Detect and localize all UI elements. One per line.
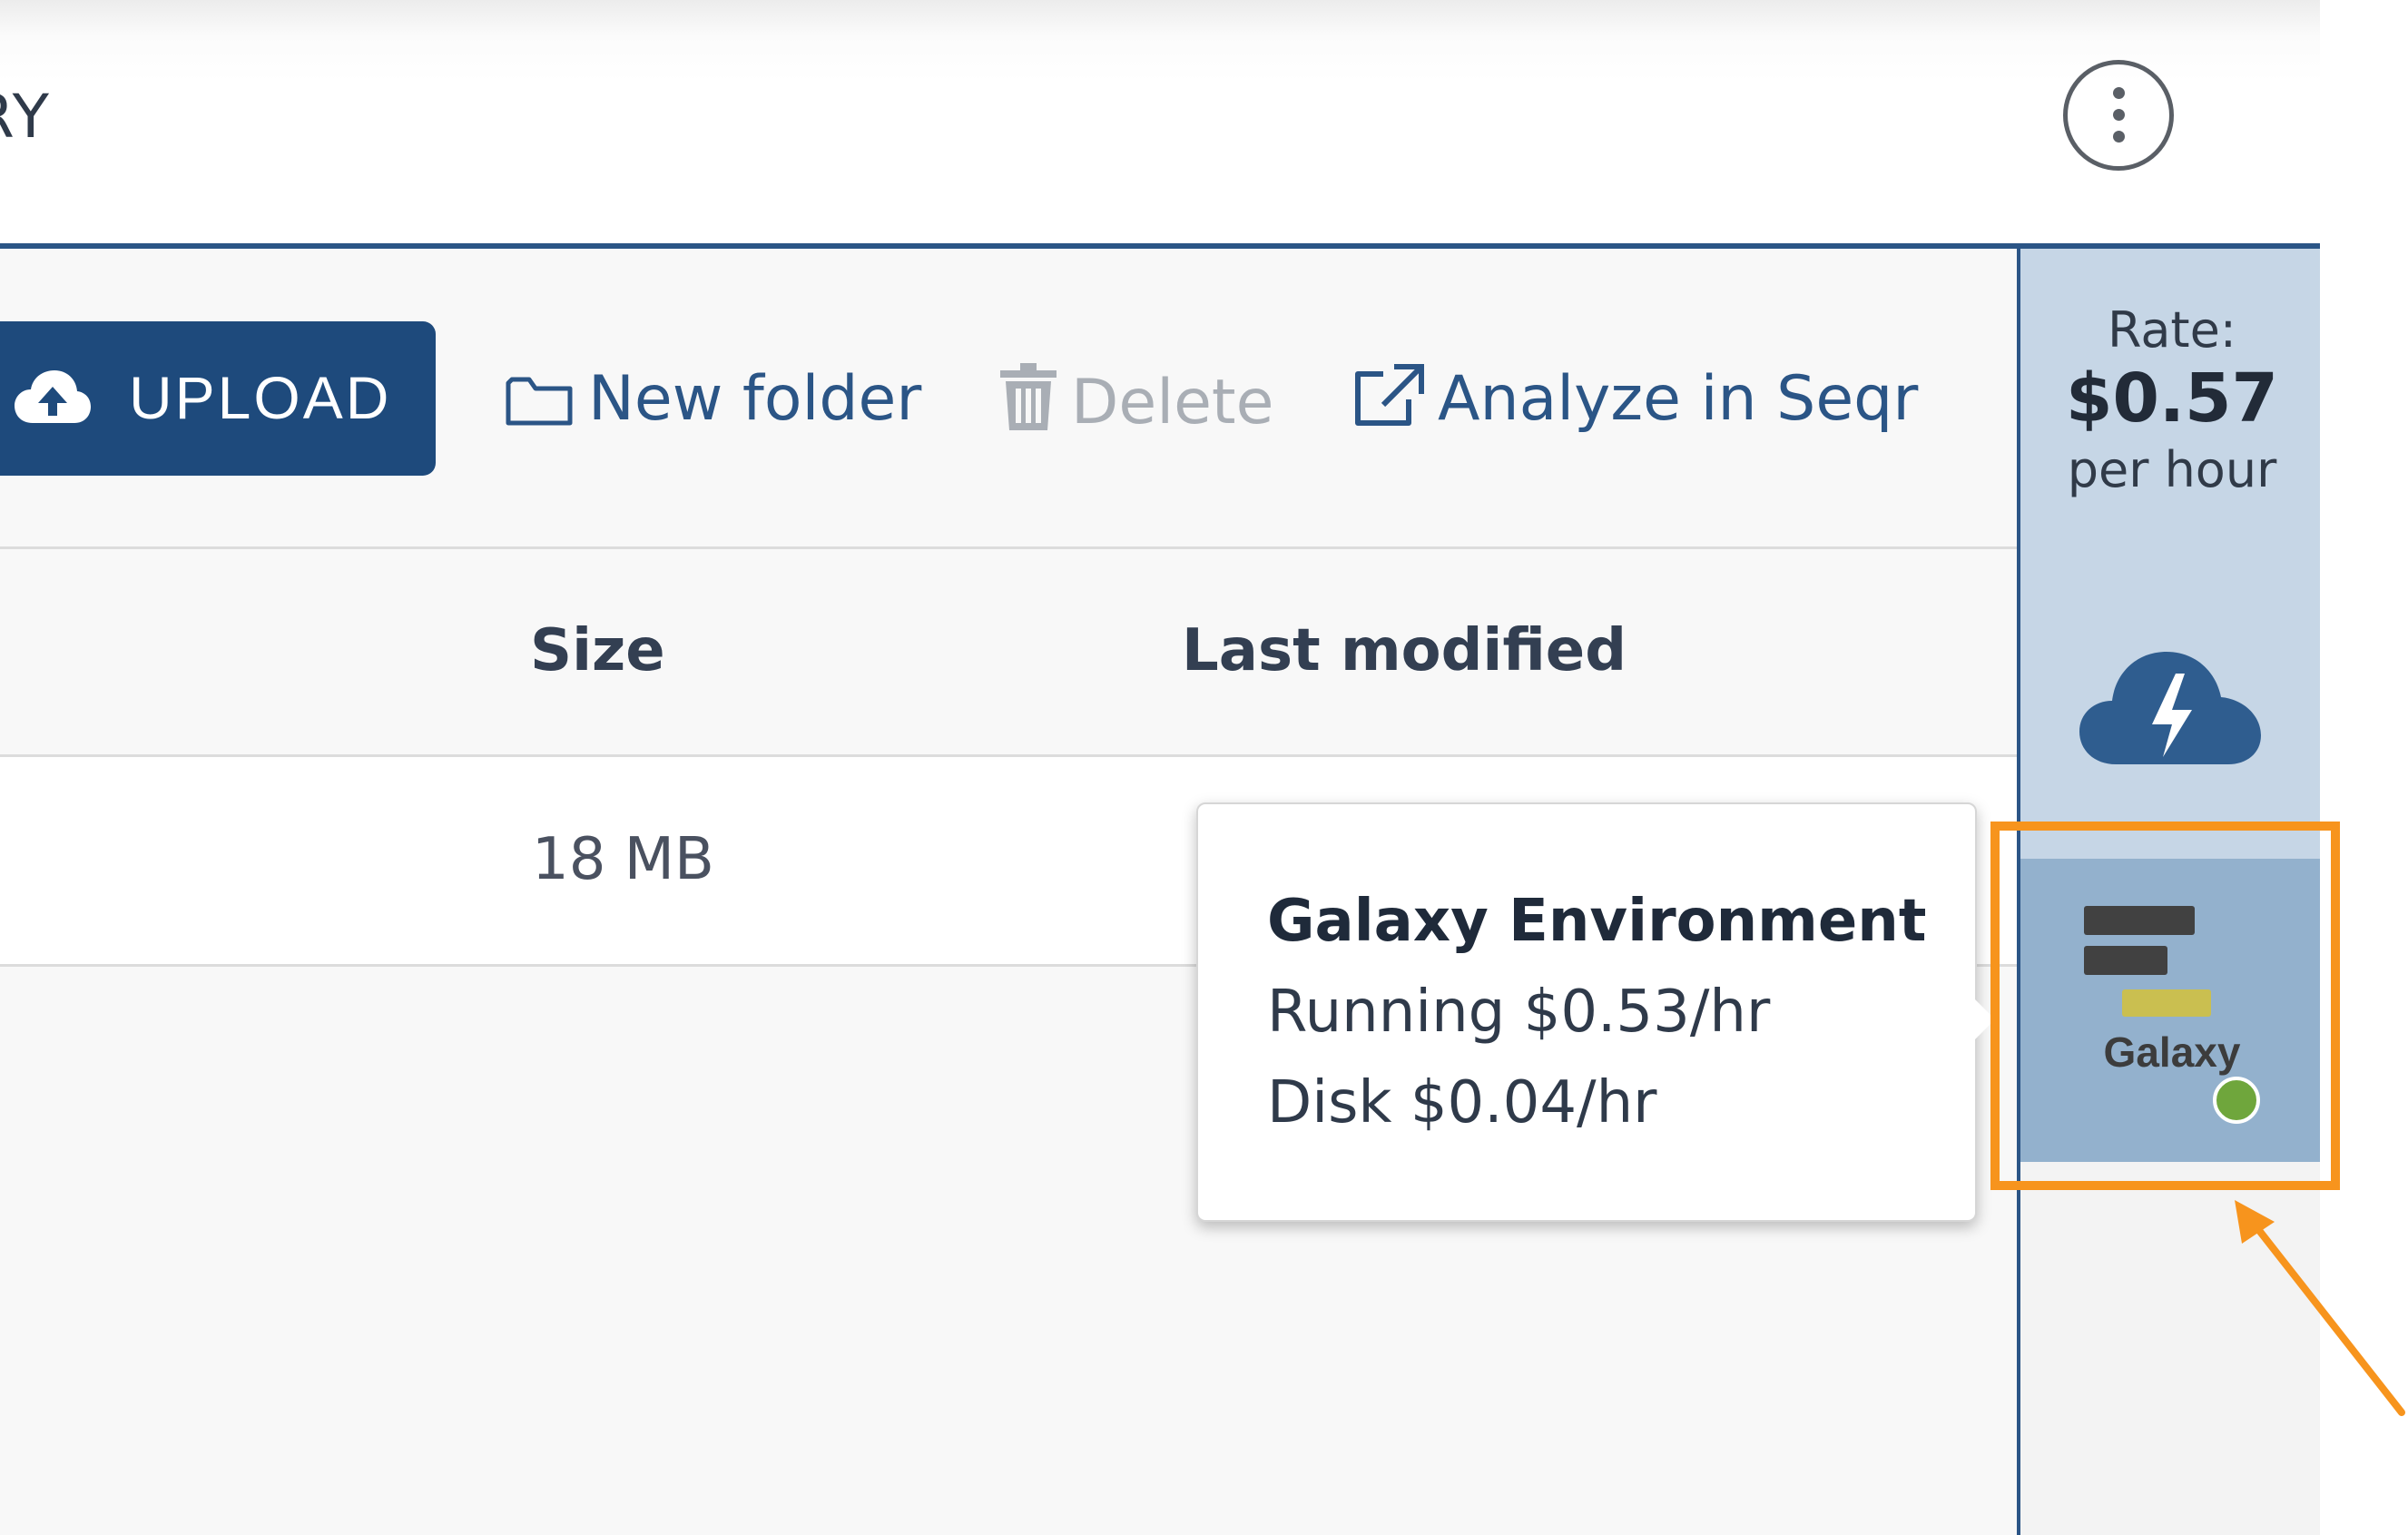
- more-options-button[interactable]: [2063, 60, 2174, 171]
- column-header-last-modified[interactable]: Last modified: [1182, 617, 1627, 684]
- kebab-dot-icon: [2112, 131, 2125, 143]
- galaxy-environment-tooltip: Galaxy Environment Running $0.53/hr Disk…: [1196, 802, 1995, 1222]
- rate-value: $0.57: [2065, 359, 2279, 438]
- analyze-in-seqr-label: Analyze in Seqr: [1438, 363, 1919, 435]
- new-folder-label: New folder: [588, 363, 922, 435]
- file-size-cell: 18 MB: [532, 826, 714, 893]
- page-header: RY: [0, 0, 2320, 249]
- delete-label: Delete: [1071, 367, 1274, 438]
- cloud-compute-icon[interactable]: [2079, 641, 2261, 768]
- trash-icon: [1000, 363, 1057, 430]
- rate-label: Rate:: [2107, 301, 2236, 359]
- kebab-dot-icon: [2112, 109, 2125, 121]
- upload-button[interactable]: UPLOAD: [0, 321, 436, 476]
- tooltip-disk-cost: Disk $0.04/hr: [1267, 1069, 1657, 1136]
- rate-panel: Rate: $0.57 per hour: [2020, 249, 2320, 859]
- rate-unit: per hour: [2067, 441, 2277, 498]
- annotation-arrow-icon: [2235, 1200, 2405, 1416]
- analyze-in-seqr-link[interactable]: Analyze in Seqr: [1352, 363, 1918, 435]
- tooltip-running-cost: Running $0.53/hr: [1267, 979, 1771, 1046]
- file-toolbar: UPLOAD New folder Delete Analyze in Seqr: [0, 249, 2017, 549]
- upload-label: UPLOAD: [129, 364, 392, 431]
- column-header-size[interactable]: Size: [530, 617, 665, 684]
- new-folder-button[interactable]: New folder: [505, 363, 921, 435]
- highlight-box: [1990, 822, 2340, 1190]
- cloud-upload-icon: [15, 370, 91, 423]
- page-title: RY: [0, 82, 51, 152]
- kebab-dot-icon: [2112, 87, 2125, 99]
- delete-button[interactable]: Delete: [1000, 363, 1273, 438]
- tooltip-title: Galaxy Environment: [1267, 888, 1927, 955]
- folder-icon: [506, 377, 573, 426]
- table-header: Size Last modified: [0, 549, 2017, 757]
- app-window: RY UPLOAD New folder: [0, 0, 2320, 1535]
- external-link-icon: [1355, 364, 1424, 426]
